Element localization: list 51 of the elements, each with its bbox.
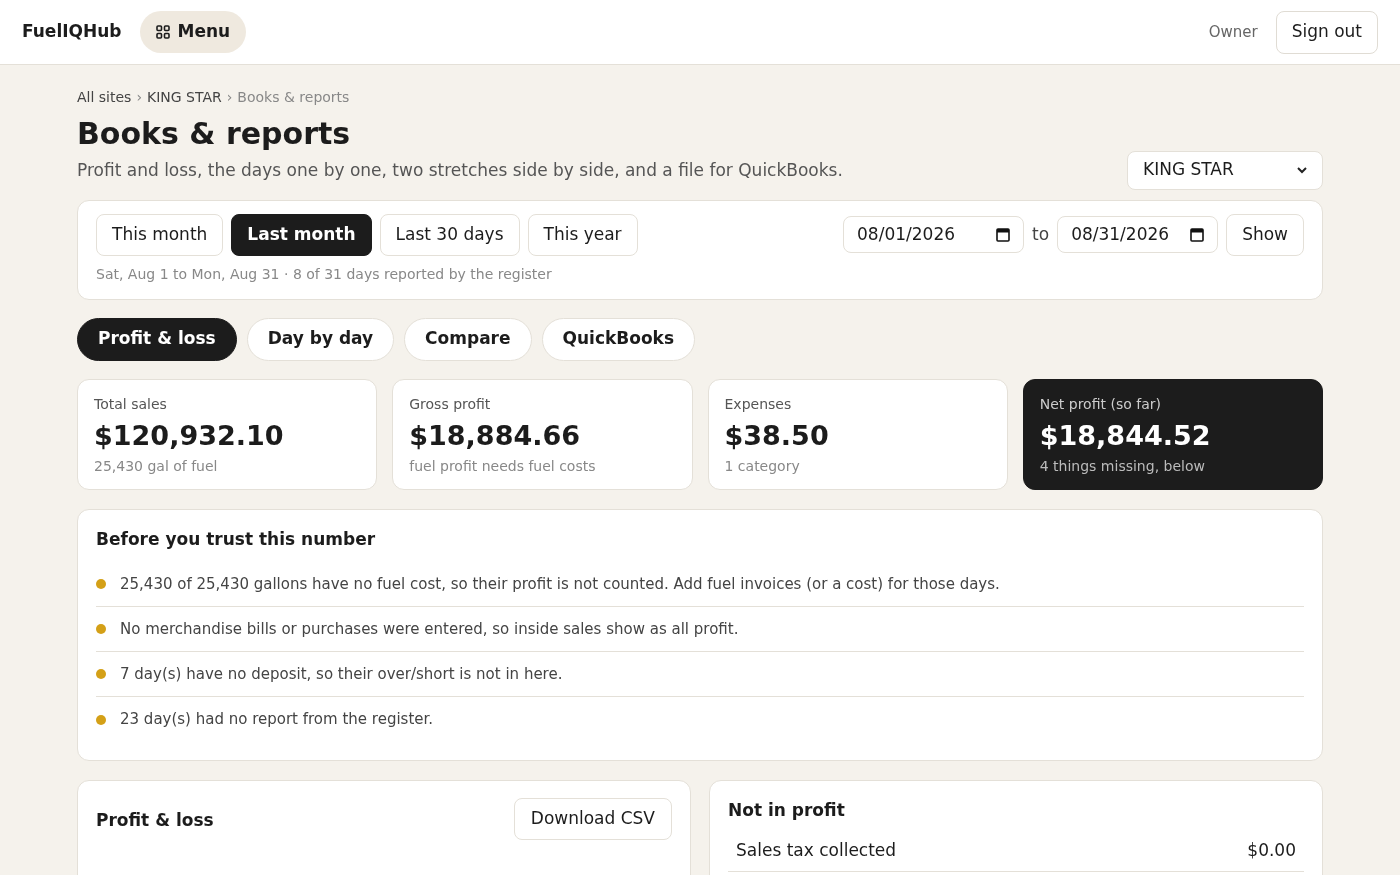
stat-note: 1 category xyxy=(724,456,801,476)
date-field[interactable]: 08/31/2026 xyxy=(1057,216,1219,253)
row-label: Sales tax collected xyxy=(736,839,897,863)
warning-text: 7 day(s) have no deposit, so their over/short is not in here. xyxy=(120,663,563,685)
breadcrumb-separator: › xyxy=(226,87,233,107)
stat-note: 4 things missing, below xyxy=(1039,456,1206,476)
grid-icon xyxy=(155,25,170,39)
stat-label: Total sales xyxy=(94,394,168,414)
stat-label: Expenses xyxy=(724,394,793,414)
range-preset-button[interactable]: This month xyxy=(96,213,224,256)
breadcrumb-link[interactable]: All sites xyxy=(77,86,132,108)
breadcrumb-separator: › xyxy=(136,87,142,107)
stat-value: $18,884.66 xyxy=(409,418,582,453)
show-button[interactable]: Show xyxy=(1226,213,1304,256)
range-preset-button[interactable]: Last 30 days xyxy=(379,213,520,256)
card-title: Before you trust this number xyxy=(96,527,377,551)
stat-value: $120,932.10 xyxy=(94,418,285,453)
stat-value: $18,844.52 xyxy=(1039,418,1212,453)
current-page-label: Books & reports xyxy=(237,87,350,107)
range-preset-button[interactable]: Last month xyxy=(231,213,372,256)
page-subtitle: Profit and loss, the days one by one, two stretches side by side, and a file for QuickBooks. xyxy=(77,159,843,182)
stat-note: fuel profit needs fuel costs xyxy=(409,456,597,476)
report-tab[interactable]: Day by day xyxy=(246,317,395,361)
report-tab[interactable]: Profit & loss xyxy=(77,317,237,361)
breadcrumb-link[interactable]: KING STAR xyxy=(147,86,222,108)
date-field[interactable]: 08/01/2026 xyxy=(843,216,1025,253)
card-title: Not in profit xyxy=(728,799,846,822)
chevron-icon xyxy=(1297,166,1307,174)
report-tab[interactable]: Compare xyxy=(404,317,532,361)
brand-logo: FuelIQHub xyxy=(22,20,122,44)
warning-text: No merchandise bills or purchases were entered, so inside sales show as all profit. xyxy=(120,618,739,640)
range-preset-button[interactable]: This year xyxy=(527,213,638,256)
calendar-icon xyxy=(996,227,1011,242)
menu-button[interactable]: Menu xyxy=(139,11,247,53)
warning-text: 23 day(s) had no report from the register. xyxy=(120,709,434,731)
report-tab[interactable]: QuickBooks xyxy=(541,317,696,361)
stat-value: $38.50 xyxy=(724,418,830,453)
download-csv-button[interactable]: Download CSV xyxy=(513,798,672,840)
calendar-icon xyxy=(1190,227,1205,242)
warning-text: 25,430 of 25,430 gallons have no fuel cost, so their profit is not counted. Add fuel invoices (or a cost) for those days. xyxy=(120,573,1000,595)
user-role: Owner xyxy=(1208,21,1258,43)
card-title: Profit & loss xyxy=(96,809,214,832)
row-value: $0.00 xyxy=(1247,839,1296,863)
stat-note: 25,430 gal of fuel xyxy=(94,456,219,476)
sign-out-button[interactable]: Sign out xyxy=(1275,10,1378,54)
stat-label: Gross profit xyxy=(409,394,492,414)
site-select[interactable]: KING STAR xyxy=(1127,150,1323,190)
stat-label: Net profit (so far) xyxy=(1039,394,1162,414)
page-title: Books & reports xyxy=(77,115,352,153)
range-summary: Sat, Aug 1 to Mon, Aug 31 · 8 of 31 days reported by the register xyxy=(96,264,553,284)
range-separator: to xyxy=(1032,222,1050,246)
